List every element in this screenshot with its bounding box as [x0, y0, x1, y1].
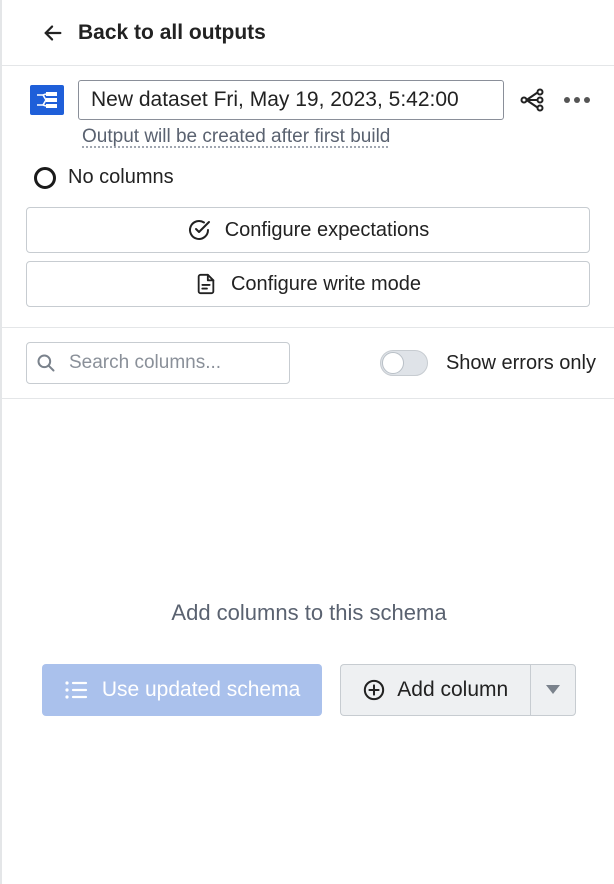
empty-schema-title: Add columns to this schema — [171, 600, 446, 626]
use-updated-schema-button[interactable]: Use updated schema — [42, 664, 322, 716]
search-toggle-row: Show errors only — [2, 327, 614, 399]
list-icon — [64, 680, 88, 700]
dataset-header-row — [2, 66, 614, 120]
show-errors-label: Show errors only — [446, 352, 596, 375]
add-column-dropdown[interactable] — [530, 664, 576, 716]
toggle-knob — [382, 352, 404, 374]
document-icon — [195, 273, 217, 295]
arrow-left-icon — [42, 22, 64, 44]
target-check-icon — [187, 218, 211, 242]
dataset-icon — [30, 85, 64, 115]
plus-circle-icon — [363, 679, 385, 701]
configure-expectations-label: Configure expectations — [225, 219, 430, 242]
graph-icon[interactable] — [518, 88, 546, 112]
add-column-button[interactable]: Add column — [340, 664, 530, 716]
build-note[interactable]: Output will be created after first build — [2, 120, 614, 148]
add-column-label: Add column — [397, 678, 508, 702]
search-columns-input[interactable] — [26, 342, 290, 384]
caret-down-icon — [546, 685, 560, 695]
use-updated-schema-label: Use updated schema — [102, 678, 300, 702]
configure-write-mode-button[interactable]: Configure write mode — [26, 261, 590, 307]
configure-expectations-button[interactable]: Configure expectations — [26, 207, 590, 253]
configure-write-mode-label: Configure write mode — [231, 273, 421, 296]
no-columns-label: No columns — [68, 166, 174, 189]
circle-empty-icon — [34, 167, 56, 189]
no-columns-row: No columns — [2, 148, 614, 199]
empty-schema-area: Add columns to this schema Use updated s… — [4, 400, 614, 884]
back-to-outputs[interactable]: Back to all outputs — [2, 0, 614, 66]
back-label: Back to all outputs — [78, 21, 266, 45]
dataset-name-input[interactable] — [78, 80, 504, 120]
search-icon — [36, 353, 56, 373]
more-menu-icon[interactable] — [560, 97, 594, 103]
show-errors-toggle[interactable] — [380, 350, 428, 376]
